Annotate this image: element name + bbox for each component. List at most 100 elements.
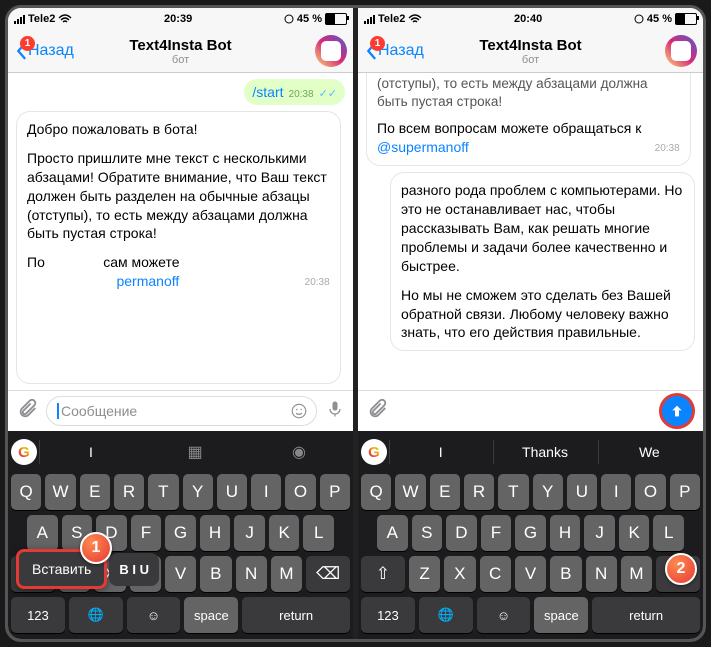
key-globe[interactable]: 🌐 (69, 597, 123, 633)
outgoing-message[interactable]: /start 20:38 ✓✓ (244, 79, 345, 105)
key-n[interactable]: N (236, 556, 267, 592)
key-p[interactable]: P (320, 474, 350, 510)
incoming-message[interactable]: Добро пожаловать в бота! Просто пришлите… (16, 111, 341, 384)
key-u[interactable]: U (567, 474, 597, 510)
unread-badge: 1 (20, 36, 35, 51)
key-x[interactable]: X (444, 556, 475, 592)
key-a[interactable]: A (377, 515, 408, 551)
send-button[interactable] (659, 393, 695, 429)
key-w[interactable]: W (45, 474, 75, 510)
key-a[interactable]: A (27, 515, 58, 551)
key-i[interactable]: I (601, 474, 631, 510)
google-icon[interactable]: G (361, 439, 387, 465)
mention-link[interactable]: permanoff (116, 273, 179, 289)
key-m[interactable]: M (621, 556, 652, 592)
key-o[interactable]: O (285, 474, 315, 510)
battery-pct: 45 % (647, 13, 672, 25)
key-j[interactable]: J (584, 515, 615, 551)
key-g[interactable]: G (165, 515, 196, 551)
key-l[interactable]: L (653, 515, 684, 551)
key-shift[interactable]: ⇧ (361, 556, 405, 592)
key-return[interactable]: return (242, 597, 350, 633)
key-l[interactable]: L (303, 515, 334, 551)
key-space[interactable]: space (534, 597, 588, 633)
key-n[interactable]: N (586, 556, 617, 592)
key-123[interactable]: 123 (11, 597, 65, 633)
key-c[interactable]: C (480, 556, 511, 592)
key-b[interactable]: B (200, 556, 231, 592)
suggestion[interactable]: Thanks (493, 440, 595, 464)
key-i[interactable]: I (251, 474, 281, 510)
clock: 20:39 (164, 13, 192, 25)
gif-icon[interactable]: ▦ (144, 442, 246, 462)
key-k[interactable]: K (269, 515, 300, 551)
back-button[interactable]: Назад 1 (364, 42, 424, 60)
status-bar: Tele2 20:40 45 % (358, 8, 703, 30)
key-e[interactable]: E (80, 474, 110, 510)
key-123[interactable]: 123 (361, 597, 415, 633)
key-r[interactable]: R (464, 474, 494, 510)
key-emoji[interactable]: ☺ (477, 597, 531, 633)
key-f[interactable]: F (131, 515, 162, 551)
key-w[interactable]: W (395, 474, 425, 510)
sticker-sug-icon[interactable]: ◉ (248, 442, 350, 462)
key-z[interactable]: Z (409, 556, 440, 592)
key-o[interactable]: O (635, 474, 665, 510)
sticker-icon[interactable] (290, 402, 308, 420)
attach-icon[interactable] (16, 398, 38, 425)
key-d[interactable]: D (446, 515, 477, 551)
orientation-lock-icon (634, 14, 644, 24)
incoming-message-cut[interactable]: (отступы), то есть между абзацами должна… (366, 73, 691, 166)
key-emoji[interactable]: ☺ (127, 597, 181, 633)
key-u[interactable]: U (217, 474, 247, 510)
key-m[interactable]: M (271, 556, 302, 592)
key-p[interactable]: P (670, 474, 700, 510)
key-b[interactable]: B (550, 556, 581, 592)
draft-bubble[interactable]: разного рода проблем с компьютерами. Но … (390, 172, 695, 351)
key-t[interactable]: T (148, 474, 178, 510)
key-q[interactable]: Q (11, 474, 41, 510)
key-t[interactable]: T (498, 474, 528, 510)
cut-text: (отступы), то есть между абзацами должна… (377, 75, 680, 111)
key-f[interactable]: F (481, 515, 512, 551)
keyboard: G I ▦ ◉ QWERTYUIOP ASDFGHJKL ⇧ZXCVBNM⌫ 1… (8, 431, 353, 639)
nav-bar: Назад 1 Text4Insta Bot бот (8, 30, 353, 73)
key-s[interactable]: S (412, 515, 443, 551)
chat-area[interactable]: (отступы), то есть между абзацами должна… (358, 73, 703, 390)
suggestion[interactable]: I (39, 440, 142, 464)
message-input[interactable]: Сообщение (46, 396, 317, 426)
key-h[interactable]: H (550, 515, 581, 551)
key-delete[interactable]: ⌫ (306, 556, 350, 592)
google-icon[interactable]: G (11, 439, 37, 465)
draft-p2: Но мы не сможем это сделать без Вашей об… (401, 286, 684, 343)
wifi-icon (408, 14, 422, 24)
avatar[interactable] (665, 35, 697, 67)
avatar[interactable] (315, 35, 347, 67)
mic-icon[interactable] (325, 399, 345, 424)
key-r[interactable]: R (114, 474, 144, 510)
back-button[interactable]: Назад 1 (14, 42, 74, 60)
attach-icon[interactable] (366, 398, 388, 425)
mention-link[interactable]: @supermanoff (377, 139, 469, 155)
key-h[interactable]: H (200, 515, 231, 551)
read-ticks-icon: ✓✓ (319, 87, 337, 100)
key-y[interactable]: Y (183, 474, 213, 510)
key-v[interactable]: V (515, 556, 546, 592)
suggestion[interactable]: I (389, 440, 491, 464)
key-j[interactable]: J (234, 515, 265, 551)
key-k[interactable]: K (619, 515, 650, 551)
key-y[interactable]: Y (533, 474, 563, 510)
input-bar (358, 390, 703, 431)
key-space[interactable]: space (184, 597, 238, 633)
nav-bar: Назад 1 Text4Insta Bot бот (358, 30, 703, 73)
message-time: 20:38 (305, 276, 330, 290)
carrier: Tele2 (28, 13, 55, 25)
key-v[interactable]: V (165, 556, 196, 592)
suggestion[interactable]: We (598, 440, 700, 464)
key-q[interactable]: Q (361, 474, 391, 510)
chat-area[interactable]: /start 20:38 ✓✓ Добро пожаловать в бота!… (8, 73, 353, 390)
key-return[interactable]: return (592, 597, 700, 633)
key-g[interactable]: G (515, 515, 546, 551)
key-e[interactable]: E (430, 474, 460, 510)
key-globe[interactable]: 🌐 (419, 597, 473, 633)
